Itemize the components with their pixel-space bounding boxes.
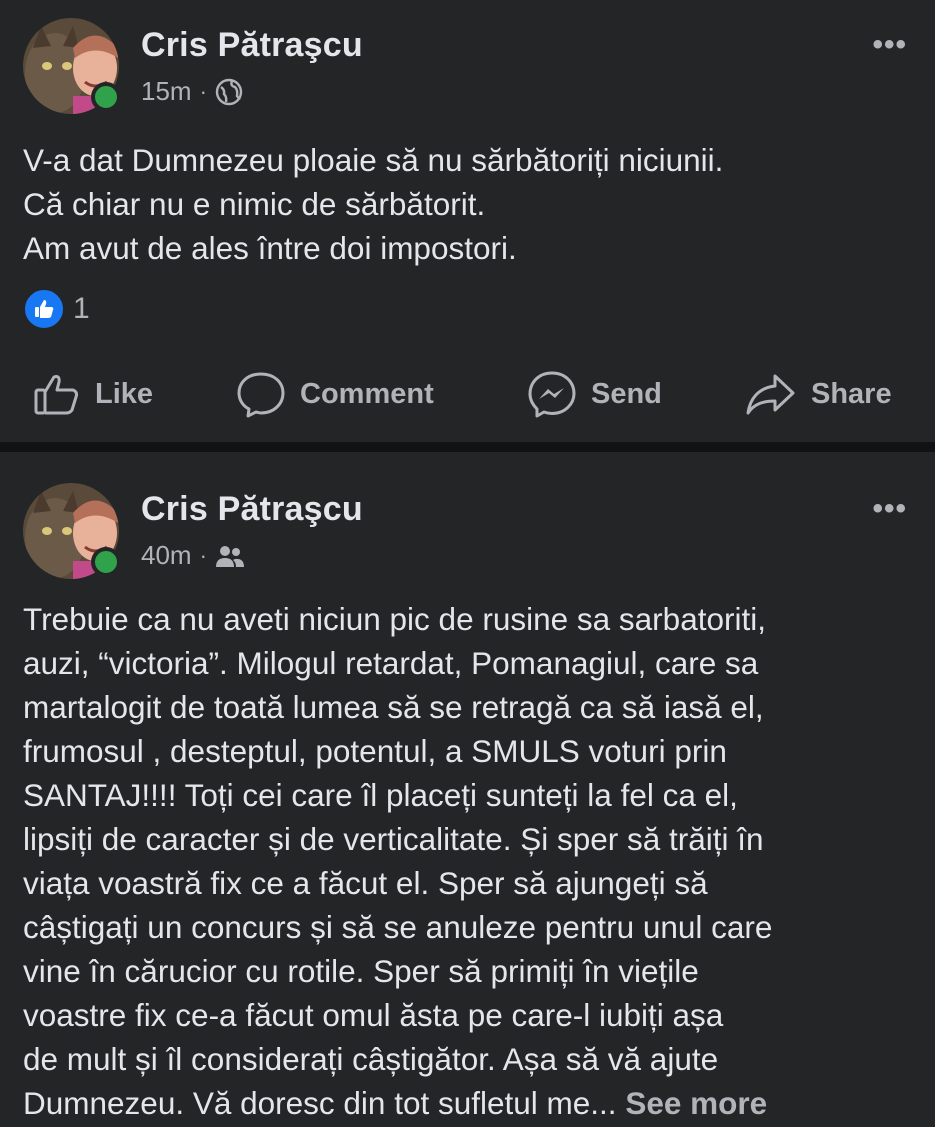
post-text-line: V-a dat Dumnezeu ploaie să nu sărbătoriț… bbox=[23, 142, 724, 178]
post-text-line: Dumnezeu. Vă doresc din tot sufletul me.… bbox=[23, 1085, 617, 1121]
post-text: Trebuie ca nu aveti niciun pic de rusine… bbox=[23, 597, 915, 1125]
share-label: Share bbox=[811, 377, 892, 410]
friends-icon bbox=[215, 545, 244, 567]
post-text-line: Trebuie ca nu aveti niciun pic de rusine… bbox=[23, 601, 766, 637]
more-options-icon[interactable]: ••• bbox=[872, 492, 907, 526]
online-status-indicator bbox=[91, 547, 121, 577]
post-time[interactable]: 15m bbox=[141, 76, 192, 107]
like-label: Like bbox=[95, 377, 154, 410]
post-meta: 15m · bbox=[141, 76, 243, 107]
comment-button[interactable]: Comment bbox=[236, 370, 434, 418]
more-options-icon[interactable]: ••• bbox=[872, 28, 907, 62]
comment-label: Comment bbox=[300, 377, 434, 410]
post-text: V-a dat Dumnezeu ploaie să nu sărbătoriț… bbox=[23, 138, 915, 270]
reaction-count: 1 bbox=[73, 292, 90, 325]
post-text-line: martalogit de toată lumea să se retragă … bbox=[23, 689, 764, 725]
comment-icon bbox=[237, 372, 285, 418]
thumbs-up-icon bbox=[34, 375, 79, 415]
share-button[interactable]: Share bbox=[745, 371, 892, 417]
see-more-link[interactable]: See more bbox=[625, 1085, 767, 1121]
post-2: Cris Pătraşcu 40m · ••• Trebuie ca nu av… bbox=[0, 452, 935, 1127]
reaction-summary[interactable]: 1 bbox=[23, 288, 90, 330]
post-text-line: vine în cărucior cu rotile. Sper să prim… bbox=[23, 953, 699, 989]
author-avatar[interactable] bbox=[23, 18, 121, 114]
post-text-line: lipsiți de caracter și de verticalitate.… bbox=[23, 821, 764, 857]
post-text-line: Am avut de ales între doi impostori. bbox=[23, 230, 517, 266]
post-actions-bar: Like Comment Send Share bbox=[0, 364, 935, 424]
post-text-line: Că chiar nu e nimic de sărbătorit. bbox=[23, 186, 486, 222]
post-text-line: câștigați un concurs și să se anuleze pe… bbox=[23, 909, 773, 945]
meta-separator: · bbox=[199, 78, 207, 104]
post-text-line: auzi, “victoria”. Milogul retardat, Poma… bbox=[23, 645, 759, 681]
post-1: Cris Pătraşcu 15m · ••• V-a dat Dumnezeu… bbox=[0, 0, 935, 442]
post-divider bbox=[0, 442, 935, 452]
post-text-line: viața voastră fix ce a făcut el. Sper să… bbox=[23, 865, 708, 901]
post-text-line: voastre fix ce-a făcut omul ăsta pe care… bbox=[23, 997, 724, 1033]
author-name[interactable]: Cris Pătraşcu bbox=[141, 26, 363, 65]
like-button[interactable]: Like bbox=[33, 371, 153, 417]
post-text-line-last: Dumnezeu. Vă doresc din tot sufletul me.… bbox=[23, 1081, 915, 1125]
send-button[interactable]: Send bbox=[527, 370, 662, 418]
post-time[interactable]: 40m bbox=[141, 540, 192, 571]
author-name[interactable]: Cris Pătraşcu bbox=[141, 490, 363, 529]
messenger-icon bbox=[528, 371, 576, 418]
post-text-line: SANTAJ!!!! Toți cei care îl placeți sunt… bbox=[23, 777, 738, 813]
post-text-line: frumosul , desteptul, potentul, a SMULS … bbox=[23, 733, 727, 769]
author-avatar[interactable] bbox=[23, 483, 121, 579]
post-meta: 40m · bbox=[141, 540, 245, 571]
share-icon bbox=[746, 374, 795, 415]
like-reaction-icon bbox=[23, 288, 65, 330]
globe-icon bbox=[215, 78, 243, 105]
post-text-line: de mult și îl considerați câștigător. Aș… bbox=[23, 1041, 719, 1077]
meta-separator: · bbox=[199, 542, 207, 568]
online-status-indicator bbox=[91, 82, 121, 112]
send-label: Send bbox=[591, 377, 662, 410]
